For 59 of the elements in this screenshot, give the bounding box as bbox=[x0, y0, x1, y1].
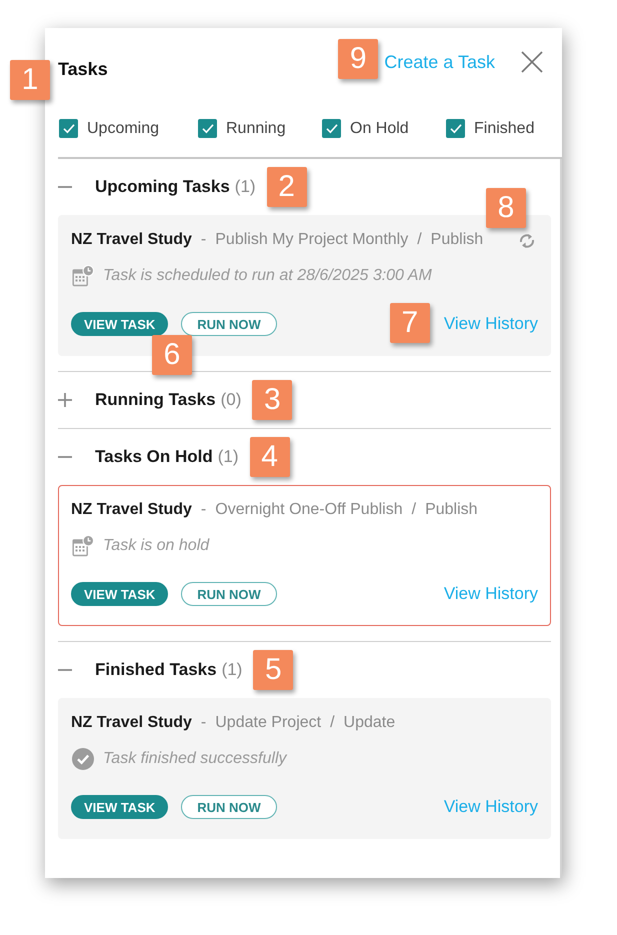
callout-badge: 4 bbox=[250, 437, 290, 477]
task-name: Update Project bbox=[215, 714, 322, 732]
history-link[interactable]: View History bbox=[444, 314, 538, 334]
check-circle-icon bbox=[72, 748, 94, 770]
close-icon[interactable] bbox=[521, 51, 543, 73]
task-count: (0) bbox=[220, 390, 242, 410]
callout-badge: 6 bbox=[152, 335, 192, 375]
section-title[interactable]: Finished Tasks bbox=[95, 660, 217, 680]
task-type: Publish bbox=[425, 501, 478, 519]
section-title[interactable]: Upcoming Tasks bbox=[95, 177, 230, 197]
project-name: NZ Travel Study bbox=[71, 714, 192, 732]
callout-badge: 2 bbox=[266, 167, 307, 207]
history-link[interactable]: View History bbox=[444, 584, 538, 604]
panel-title: Tasks bbox=[58, 58, 108, 80]
primary-button[interactable]: VIEW TASK bbox=[71, 795, 168, 819]
callout-badge: 3 bbox=[252, 380, 292, 420]
task-count: (1) bbox=[222, 660, 242, 680]
separator: - bbox=[200, 714, 206, 732]
task-type: Publish bbox=[430, 231, 484, 249]
task-count: (1) bbox=[218, 447, 239, 467]
secondary-button[interactable]: RUN NOW bbox=[181, 582, 277, 606]
task-status: Task is on hold bbox=[103, 537, 210, 555]
task-name: Publish My Project Monthly bbox=[215, 231, 408, 249]
create-task-link[interactable]: Create a Task bbox=[384, 51, 495, 73]
section-title[interactable]: Tasks On Hold bbox=[95, 447, 213, 467]
task-status: Task is scheduled to run at 28/6/2025 3:00 AM bbox=[103, 267, 432, 285]
callout-badge: 8 bbox=[486, 188, 526, 228]
filter-checkbox[interactable] bbox=[322, 119, 341, 138]
separator: - bbox=[200, 501, 206, 519]
section-title[interactable]: Running Tasks bbox=[95, 390, 216, 410]
primary-button[interactable]: VIEW TASK bbox=[71, 582, 168, 606]
history-link[interactable]: View History bbox=[444, 797, 538, 817]
filter-label[interactable]: Finished bbox=[474, 119, 534, 138]
calendar-clock-icon bbox=[72, 535, 94, 557]
calendar-clock-icon bbox=[72, 265, 94, 287]
callout-badge: 1 bbox=[10, 60, 50, 100]
project-name: NZ Travel Study bbox=[71, 501, 192, 519]
task-status: Task finished successfully bbox=[103, 750, 286, 768]
filter-checkbox[interactable] bbox=[198, 119, 217, 138]
callout-badge: 9 bbox=[338, 39, 378, 79]
filter-checkbox[interactable] bbox=[446, 119, 465, 138]
plus-icon[interactable] bbox=[58, 393, 72, 407]
filter-label[interactable]: Upcoming bbox=[87, 119, 160, 138]
separator: - bbox=[200, 231, 206, 249]
secondary-button[interactable]: RUN NOW bbox=[181, 795, 277, 819]
filter-label[interactable]: On Hold bbox=[350, 119, 409, 138]
project-name: NZ Travel Study bbox=[71, 231, 192, 249]
separator: / bbox=[330, 714, 335, 732]
separator: / bbox=[417, 231, 422, 249]
callout-badge: 7 bbox=[390, 303, 430, 343]
filter-checkbox[interactable] bbox=[59, 119, 78, 138]
task-type: Update bbox=[344, 714, 396, 732]
secondary-button[interactable]: RUN NOW bbox=[181, 312, 277, 336]
separator: / bbox=[412, 501, 416, 519]
task-count: (1) bbox=[234, 177, 256, 197]
callout-badge: 5 bbox=[253, 650, 294, 690]
primary-button[interactable]: VIEW TASK bbox=[71, 312, 168, 336]
task-name: Overnight One-Off Publish bbox=[215, 501, 403, 519]
filter-label[interactable]: Running bbox=[226, 119, 286, 138]
